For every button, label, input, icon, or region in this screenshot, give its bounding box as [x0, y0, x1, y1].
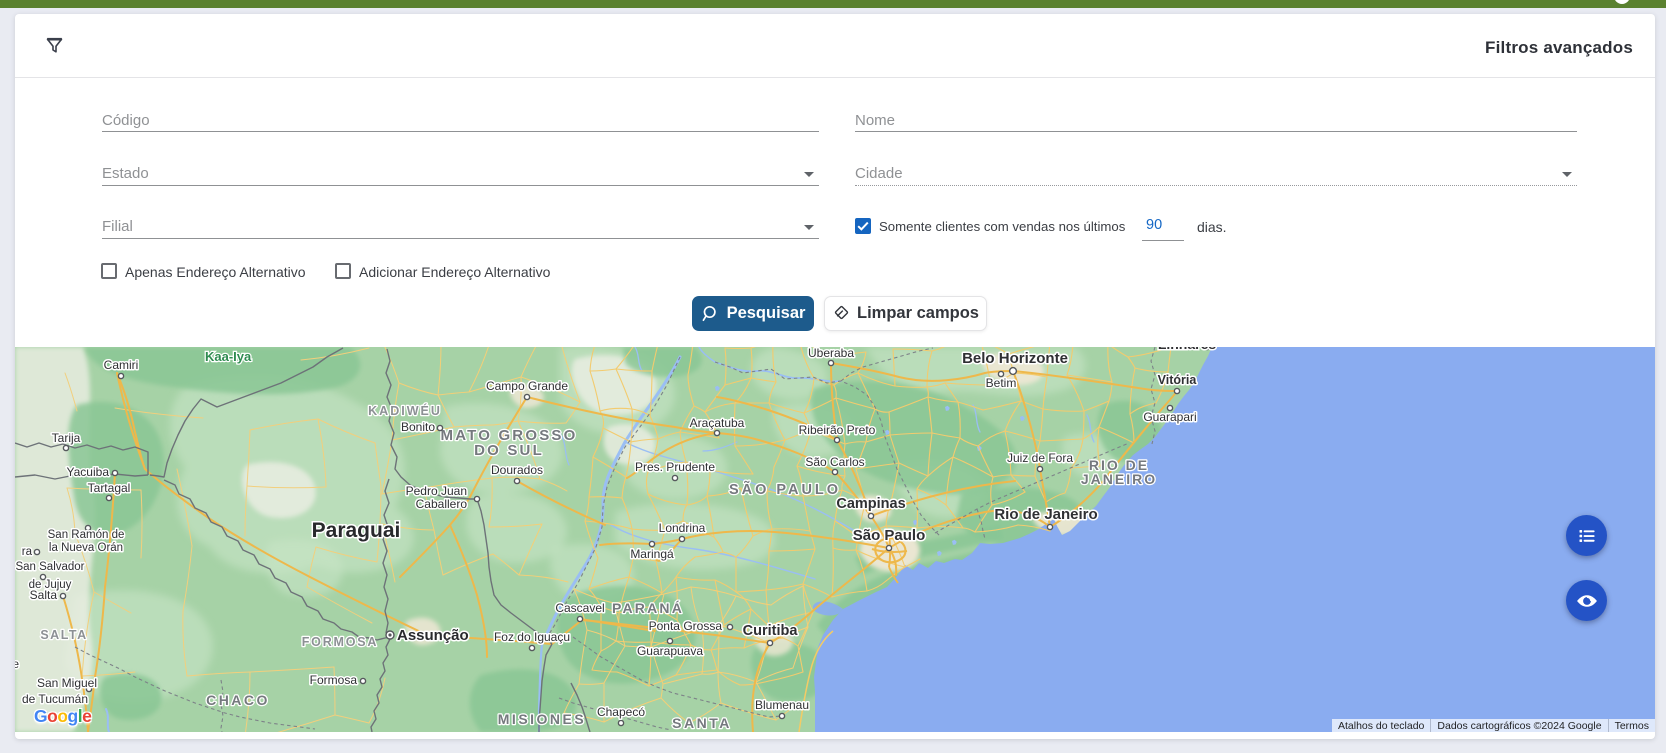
svg-text:Camiri: Camiri — [104, 358, 139, 372]
svg-text:Kaa-Iya: Kaa-Iya — [205, 349, 252, 364]
svg-text:te: te — [15, 659, 19, 671]
svg-text:Pres. Prudente: Pres. Prudente — [635, 460, 715, 474]
svg-text:SANTA: SANTA — [672, 715, 732, 731]
svg-text:Campinas: Campinas — [836, 496, 905, 512]
svg-text:Blumenau: Blumenau — [755, 698, 809, 712]
svg-text:de Tucumán: de Tucumán — [22, 692, 88, 706]
svg-text:Araçatuba: Araçatuba — [690, 416, 745, 430]
svg-text:Guarapari: Guarapari — [1143, 410, 1196, 424]
svg-text:Dourados: Dourados — [491, 463, 543, 477]
svg-text:Bonito: Bonito — [401, 420, 435, 434]
svg-text:San Ramón de: San Ramón de — [48, 529, 125, 541]
svg-text:Rio de Janeiro: Rio de Janeiro — [994, 506, 1097, 523]
svg-text:Linhares: Linhares — [1158, 347, 1217, 352]
svg-text:Cascavel: Cascavel — [555, 601, 604, 615]
svg-text:Betim: Betim — [986, 376, 1017, 390]
svg-text:ra: ra — [22, 546, 33, 558]
svg-text:Chapecó: Chapecó — [597, 705, 645, 719]
svg-text:São Paulo: São Paulo — [853, 527, 926, 544]
svg-text:Belo Horizonte: Belo Horizonte — [962, 350, 1068, 367]
svg-text:Curitiba: Curitiba — [743, 623, 799, 639]
svg-text:MISIONES: MISIONES — [498, 711, 586, 727]
svg-text:FORMOSA: FORMOSA — [302, 635, 379, 649]
svg-text:Ponta Grossa: Ponta Grossa — [649, 619, 723, 633]
svg-text:SALTA: SALTA — [40, 628, 87, 642]
svg-text:PARANÁ: PARANÁ — [612, 600, 684, 616]
svg-text:Maringá: Maringá — [630, 547, 674, 561]
svg-text:Londrina: Londrina — [659, 521, 706, 535]
svg-text:Uberaba: Uberaba — [808, 347, 854, 360]
svg-text:Vitória: Vitória — [1158, 373, 1198, 387]
svg-text:de Jujuy: de Jujuy — [29, 579, 72, 591]
svg-text:KADIWÉU: KADIWÉU — [368, 403, 442, 418]
svg-text:São Carlos: São Carlos — [805, 455, 864, 469]
svg-text:San Miguel: San Miguel — [37, 676, 97, 690]
svg-text:Tartagal: Tartagal — [88, 481, 131, 495]
svg-text:Ribeirão Preto: Ribeirão Preto — [799, 423, 876, 437]
svg-text:San Salvador: San Salvador — [15, 561, 84, 573]
svg-text:Yacuiba: Yacuiba — [67, 465, 110, 479]
svg-text:Pedro Juan: Pedro Juan — [406, 484, 467, 498]
svg-text:JANEIRO: JANEIRO — [1081, 471, 1157, 487]
svg-text:Juiz de Fora: Juiz de Fora — [1007, 451, 1073, 465]
svg-text:SÃO PAULO: SÃO PAULO — [729, 480, 841, 498]
svg-text:Formosa: Formosa — [310, 673, 358, 687]
svg-text:Campo Grande: Campo Grande — [486, 379, 568, 393]
svg-text:Guarapuava: Guarapuava — [637, 644, 703, 658]
svg-text:Caballero: Caballero — [416, 497, 468, 511]
svg-text:Tarija: Tarija — [52, 431, 81, 445]
svg-text:DO SUL: DO SUL — [474, 442, 544, 459]
svg-text:Paraguai: Paraguai — [312, 519, 401, 542]
svg-text:Foz do Iguaçu: Foz do Iguaçu — [494, 630, 570, 644]
svg-text:Assunção: Assunção — [397, 627, 469, 644]
svg-text:CHACO: CHACO — [206, 692, 270, 708]
svg-text:la Nueva Orán: la Nueva Orán — [49, 542, 123, 554]
